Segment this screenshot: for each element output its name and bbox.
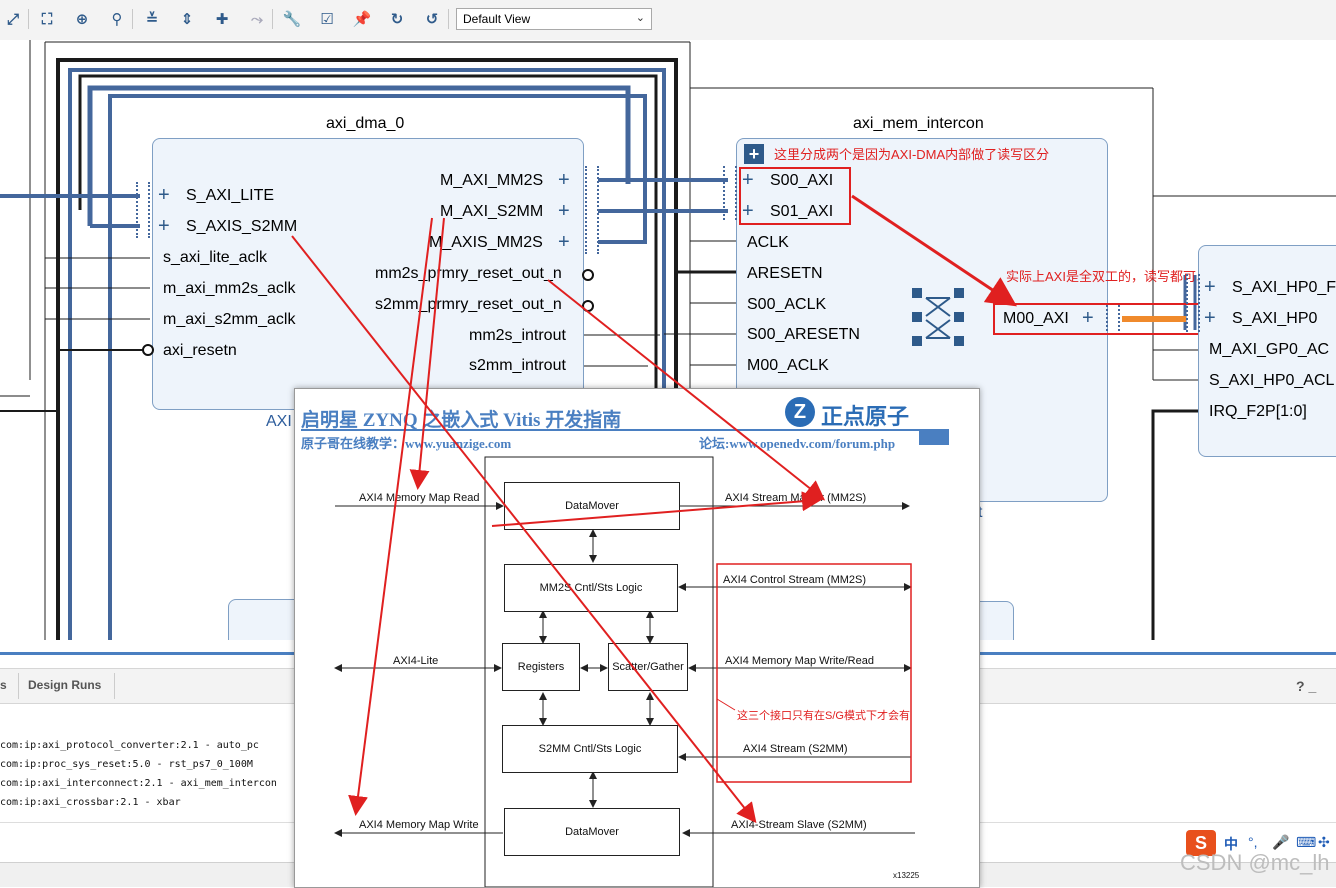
port-m-axi-gp0-aclk[interactable]: M_AXI_GP0_AC <box>1209 341 1329 359</box>
properties-icon[interactable]: 🔧 <box>281 8 303 30</box>
crossbar-icon <box>912 288 964 346</box>
bus-connector-icon <box>585 166 599 254</box>
reset-pin-icon <box>142 344 154 356</box>
pasted-dma-diagram: 启明星 ZYNQ 之嵌入式 Vitis 开发指南 Z 正点原子 原子哥在线教学：… <box>294 388 980 888</box>
figure-id: x13225 <box>893 871 920 880</box>
chevron-down-icon: ⌄ <box>635 12 645 24</box>
port-irq-f2p[interactable]: IRQ_F2P[1:0] <box>1209 403 1307 421</box>
log-line: com:ip:proc_sys_reset:5.0 - rst_ps7_0_10… <box>0 759 253 770</box>
port-s00-axi[interactable]: S00_AXI <box>770 172 833 190</box>
expand-plus-icon[interactable]: + <box>558 169 570 192</box>
add-ip-icon[interactable]: ✚ <box>211 8 233 30</box>
duplex-note: 实际上AXI是全双工的，读写都可以 <box>1006 269 1209 284</box>
datamover-bottom: DataMover <box>504 808 680 856</box>
split-note: 这里分成两个是因为AXI-DMA内部做了读写区分 <box>774 147 1050 162</box>
expand-plus-icon[interactable]: + <box>742 200 754 223</box>
watermark: CSDN @mc_lh <box>1180 850 1330 875</box>
tab-partial[interactable]: s <box>0 678 7 692</box>
log-line: com:ip:axi_protocol_converter:2.1 - auto… <box>0 740 259 751</box>
port-m-axi-mm2s[interactable]: M_AXI_MM2S <box>440 172 543 190</box>
axi-dma-title: axi_dma_0 <box>326 115 405 132</box>
expand-hierarchy-icon[interactable]: + <box>744 144 764 164</box>
expand-plus-icon[interactable]: + <box>742 169 754 192</box>
axi-mem-intercon-title: axi_mem_intercon <box>853 115 984 132</box>
scatter-gather-block: Scatter/Gather <box>608 643 688 691</box>
port-mm2s-introut[interactable]: mm2s_introut <box>469 327 566 345</box>
port-s01-axi[interactable]: S01_AXI <box>770 203 833 221</box>
expand-plus-icon[interactable]: + <box>1082 307 1094 330</box>
axi-dma-footer: AXI <box>266 413 292 430</box>
port-mm2s-reset-out[interactable]: mm2s_prmry_reset_out_n <box>375 265 562 283</box>
port-s-axi-hp0[interactable]: S_AXI_HP0 <box>1232 310 1317 328</box>
sig-stream-s2mm: AXI4 Stream (S2MM) <box>743 743 848 755</box>
port-axi-resetn[interactable]: axi_resetn <box>163 342 237 360</box>
pin-icon[interactable]: 📌 <box>351 8 373 30</box>
zoom-icon[interactable]: ⚲ <box>106 8 128 30</box>
view-select[interactable]: Default View ⌄ <box>456 8 652 30</box>
port-aclk[interactable]: ACLK <box>747 234 789 252</box>
sig-mm-write: AXI4 Memory Map Write <box>359 819 479 831</box>
regenerate-layout-icon[interactable]: ↺ <box>421 8 443 30</box>
run-connection-icon[interactable]: ⤳ <box>246 8 268 30</box>
expand-plus-icon[interactable]: + <box>1204 276 1216 299</box>
port-s2mm-reset-out[interactable]: s2mm_prmry_reset_out_n <box>375 296 562 314</box>
port-m-axi-s2mm-aclk[interactable]: m_axi_s2mm_aclk <box>163 311 295 329</box>
bus-connector-icon <box>1106 305 1120 331</box>
log-line: com:ip:axi_crossbar:2.1 - xbar <box>0 797 181 808</box>
bus-connector-icon <box>1186 274 1200 332</box>
reset-pin-icon <box>582 269 594 281</box>
fit-selection-icon[interactable]: ⛶ <box>36 8 58 30</box>
help-minimize-icons[interactable]: ? _ <box>1296 678 1316 694</box>
collapse-icon[interactable]: ≚ <box>141 8 163 30</box>
expand-icon[interactable]: ⇕ <box>176 8 198 30</box>
sig-stream-slave: AXI4-Stream Slave (S2MM) <box>731 819 867 831</box>
bus-connector-icon <box>723 166 737 220</box>
port-s-axi-lite-aclk[interactable]: s_axi_lite_aclk <box>163 249 267 267</box>
sig-mm-write-read: AXI4 Memory Map Write/Read <box>725 655 874 667</box>
port-s2mm-introut[interactable]: s2mm_introut <box>469 357 566 375</box>
sg-mode-note: 这三个接口只有在S/G模式下才会有 <box>737 710 910 722</box>
keyboard-icon[interactable]: ⌨ <box>1296 834 1316 851</box>
datamover-top: DataMover <box>504 482 680 530</box>
tab-design-runs[interactable]: Design Runs <box>28 678 101 692</box>
expand-plus-icon[interactable]: + <box>158 184 170 207</box>
sig-control-stream: AXI4 Control Stream (MM2S) <box>723 574 867 586</box>
sig-axi-lite: AXI4-Lite <box>393 655 439 667</box>
port-m00-aclk[interactable]: M00_ACLK <box>747 357 829 375</box>
reset-pin-icon <box>582 300 594 312</box>
bus-connector-icon <box>136 182 150 238</box>
registers-block: Registers <box>502 643 580 691</box>
apps-icon[interactable]: ✣ <box>1318 834 1330 851</box>
port-s00-aresetn[interactable]: S00_ARESETN <box>747 326 860 344</box>
log-line: com:ip:axi_interconnect:2.1 - axi_mem_in… <box>0 778 277 789</box>
refresh-icon[interactable]: ↻ <box>386 8 408 30</box>
port-m-axis-mm2s[interactable]: M_AXIS_MM2S <box>429 234 543 252</box>
port-m-axi-s2mm[interactable]: M_AXI_S2MM <box>440 203 543 221</box>
validate-icon[interactable]: ☑ <box>316 8 338 30</box>
expand-plus-icon[interactable]: + <box>558 231 570 254</box>
fit-icon[interactable]: ⤢ <box>2 8 24 30</box>
mm2s-logic-block: MM2S Cntl/Sts Logic <box>504 564 678 612</box>
sig-mm-read: AXI4 Memory Map Read <box>359 492 480 504</box>
port-m-axi-mm2s-aclk[interactable]: m_axi_mm2s_aclk <box>163 280 295 298</box>
auto-connect-icon[interactable]: ⊕ <box>71 8 93 30</box>
expand-plus-icon[interactable]: + <box>1204 307 1216 330</box>
port-s-axis-s2mm[interactable]: S_AXIS_S2MM <box>186 218 297 236</box>
expand-plus-icon[interactable]: + <box>158 215 170 238</box>
punctuation-icon[interactable]: °, <box>1248 834 1258 850</box>
port-s00-aclk[interactable]: S00_ACLK <box>747 296 826 314</box>
port-s-axi-hp0-aclk[interactable]: S_AXI_HP0_ACL <box>1209 372 1334 390</box>
port-s-axi-lite[interactable]: S_AXI_LITE <box>186 187 274 205</box>
toolbar: ⤢ ⛶ ⊕ ⚲ ≚ ⇕ ✚ ⤳ 🔧 ☑ 📌 ↻ ↺ Default View ⌄ <box>0 0 1336 41</box>
view-select-value: Default View <box>463 12 531 26</box>
s2mm-logic-block: S2MM Cntl/Sts Logic <box>502 725 678 773</box>
sig-stream-master: AXI4 Stream Master (MM2S) <box>725 492 867 504</box>
port-s-axi-hp0-fifo[interactable]: S_AXI_HP0_F <box>1232 279 1336 297</box>
port-m00-axi[interactable]: M00_AXI <box>1003 310 1069 328</box>
port-aresetn[interactable]: ARESETN <box>747 265 823 283</box>
expand-plus-icon[interactable]: + <box>558 200 570 223</box>
microphone-icon[interactable]: 🎤 <box>1272 834 1289 851</box>
